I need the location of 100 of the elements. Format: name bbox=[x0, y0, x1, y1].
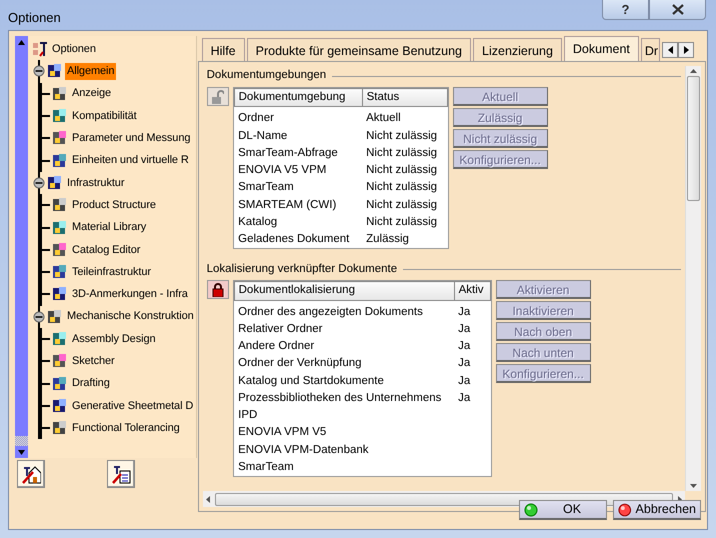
tree-item[interactable]: Generative Sheetmetal D bbox=[70, 398, 196, 414]
scroll-thumb[interactable] bbox=[687, 76, 700, 201]
window-title: Optionen bbox=[8, 9, 61, 27]
tab[interactable]: Dr bbox=[640, 38, 660, 61]
table-cell-text: Zulässig bbox=[365, 232, 410, 247]
tab-scroll-left-button[interactable] bbox=[662, 42, 678, 58]
table-cell: Aktuell bbox=[362, 106, 448, 128]
table-cell-text: Nicht zulässig bbox=[365, 198, 438, 212]
tab[interactable]: Hilfe bbox=[202, 38, 245, 61]
tree-item[interactable]: Sketcher bbox=[70, 353, 117, 370]
table-cell: Ja bbox=[454, 300, 490, 321]
table-cell-text: Katalog und Startdokumente bbox=[237, 374, 385, 388]
module-icon bbox=[52, 286, 68, 302]
tab[interactable]: Lizenzierung bbox=[473, 38, 562, 61]
column-header[interactable]: Dokumentlokalisierung bbox=[234, 282, 454, 300]
table-cell-text: ENOVIA V5 VPM bbox=[237, 163, 328, 178]
table-cell: Ordner bbox=[234, 106, 362, 128]
module-icon bbox=[47, 63, 63, 80]
table-cell-text: ENOVIA VPM-Datenbank bbox=[237, 442, 370, 458]
module-icon bbox=[52, 331, 68, 347]
document-tool-button[interactable] bbox=[107, 460, 135, 488]
table-cell-text: Andere Ordner bbox=[237, 339, 316, 354]
tree-item[interactable]: 3D-Anmerkungen - Infra bbox=[70, 286, 190, 303]
close-icon bbox=[672, 4, 684, 15]
tree-item[interactable]: Assembly Design bbox=[70, 330, 158, 348]
module-icon bbox=[52, 108, 68, 124]
collapse-toggle-icon[interactable] bbox=[33, 310, 45, 323]
tab[interactable]: Dokument bbox=[564, 36, 639, 61]
table-cell-text: Nicht zulässig bbox=[365, 128, 438, 144]
table-cell-text: Geladenes Dokument bbox=[237, 232, 350, 247]
closed-lock-icon bbox=[212, 282, 224, 297]
table-cell-text: SmarTeam bbox=[237, 180, 295, 196]
tab-scroll-right-button[interactable] bbox=[678, 42, 694, 58]
tree-item[interactable]: Allgemein bbox=[65, 63, 116, 80]
table-cell-text: SMARTEAM (CWI) bbox=[237, 198, 338, 212]
left-arrow-icon bbox=[668, 46, 673, 54]
module-icon bbox=[52, 220, 68, 236]
table-cell-text: Ja bbox=[457, 390, 472, 406]
table-cell: Ordner des angezeigten Dokuments bbox=[234, 300, 454, 321]
tree-item[interactable]: Mechanische Konstruktion bbox=[65, 308, 196, 325]
cancel-button[interactable]: Abbrechen bbox=[613, 500, 701, 520]
table-cell-text: DL-Name bbox=[237, 128, 288, 144]
module-icon bbox=[47, 174, 63, 191]
table-cell-text: SmarTeam bbox=[237, 460, 295, 475]
cancel-icon bbox=[618, 502, 632, 516]
options-icon bbox=[32, 41, 48, 58]
tree-item[interactable]: Infrastruktur bbox=[65, 174, 126, 192]
collapse-toggle-icon[interactable] bbox=[33, 65, 45, 78]
help-button[interactable]: ? bbox=[602, 0, 649, 20]
module-icon bbox=[52, 353, 68, 370]
right-arrow-icon bbox=[684, 46, 689, 54]
section-title: Dokumentumgebungen bbox=[206, 68, 326, 84]
vertical-scrollbar[interactable] bbox=[685, 66, 702, 491]
table-cell-text: Ordner der Verknüpfung bbox=[237, 356, 363, 372]
table-cell-text: SmarTeam-Abfrage bbox=[237, 146, 339, 161]
module-icon bbox=[52, 130, 68, 146]
module-icon bbox=[52, 152, 68, 169]
tree-item[interactable]: Optionen bbox=[50, 40, 98, 58]
tree-item[interactable]: Einheiten und virtuelle R bbox=[70, 152, 191, 169]
table-cell-text: Relativer Ordner bbox=[237, 322, 324, 337]
close-button[interactable] bbox=[649, 0, 706, 20]
ok-button[interactable]: OK bbox=[519, 500, 607, 520]
home-tool-icon bbox=[21, 464, 41, 484]
tree-item[interactable]: Parameter und Messung bbox=[70, 130, 192, 147]
ok-icon bbox=[524, 502, 538, 516]
table-cell-text: Nicht zulässig bbox=[365, 214, 438, 230]
column-header[interactable]: Status bbox=[362, 88, 448, 107]
home-tool-button[interactable] bbox=[17, 460, 45, 488]
tree-scrollbar[interactable] bbox=[15, 36, 28, 458]
table-cell-text: Ja bbox=[457, 356, 472, 372]
column-header[interactable]: Aktiv bbox=[454, 282, 490, 300]
module-icon bbox=[47, 308, 63, 325]
up-arrow-icon bbox=[18, 40, 25, 44]
tree-item[interactable]: Anzeige bbox=[70, 85, 114, 102]
table-cell-text: Ja bbox=[457, 322, 472, 337]
module-icon bbox=[52, 376, 68, 392]
table-cell-text: Ja bbox=[457, 374, 472, 388]
table-cell-text: Nicht zulässig bbox=[365, 163, 438, 178]
collapse-toggle-icon[interactable] bbox=[33, 176, 45, 189]
tree-item[interactable]: Product Structure bbox=[70, 196, 158, 214]
module-icon bbox=[52, 398, 68, 414]
section-title: Lokalisierung verknüpfter Dokumente bbox=[206, 262, 398, 277]
tree-item[interactable]: Kompatibilität bbox=[70, 108, 139, 124]
table-cell-text: Nicht zulässig bbox=[365, 146, 438, 161]
tree-item[interactable]: Teileinfrastruktur bbox=[70, 264, 153, 280]
tree-item[interactable]: Drafting bbox=[70, 375, 112, 392]
lock-button[interactable] bbox=[206, 280, 229, 300]
table-cell-text: Katalog bbox=[237, 214, 278, 230]
module-icon bbox=[52, 242, 68, 258]
tree-item[interactable]: Functional Tolerancing bbox=[70, 420, 182, 436]
tree-item[interactable]: Material Library bbox=[70, 219, 148, 236]
tree-item[interactable]: Catalog Editor bbox=[70, 242, 142, 258]
down-arrow-icon bbox=[18, 450, 25, 454]
tab[interactable]: Produkte für gemeinsame Benutzung bbox=[246, 38, 472, 61]
document-tool-icon bbox=[111, 464, 131, 484]
module-icon bbox=[52, 197, 68, 214]
open-lock-icon bbox=[212, 90, 224, 104]
column-header[interactable]: Dokumentumgebung bbox=[234, 88, 362, 107]
module-icon bbox=[52, 420, 68, 436]
table-cell-text: IPD bbox=[237, 408, 258, 423]
